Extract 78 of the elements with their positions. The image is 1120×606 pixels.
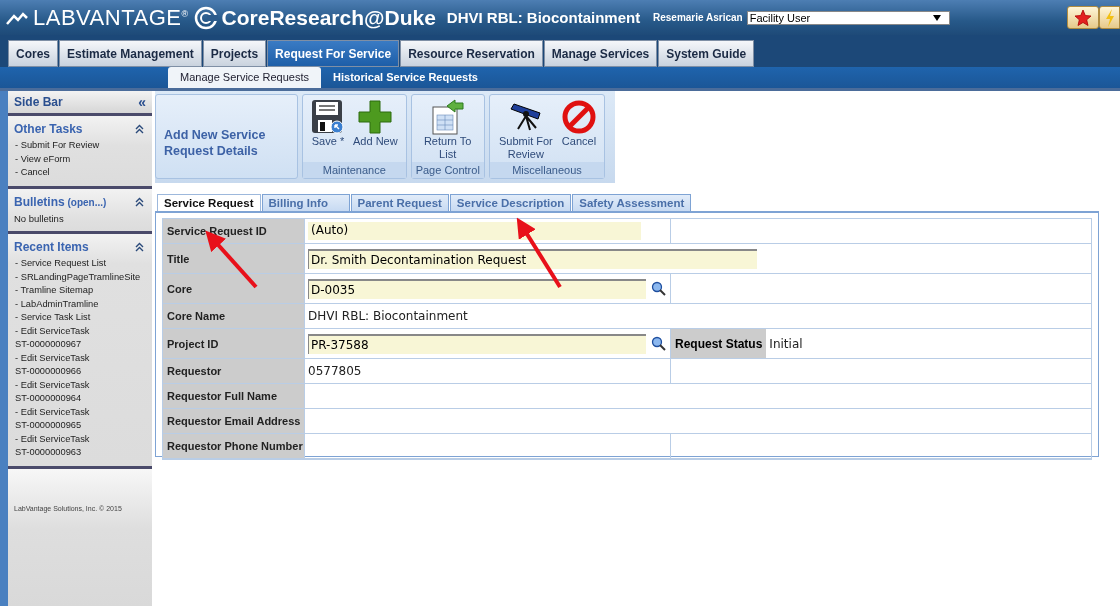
- form-tab[interactable]: Billing Info: [261, 194, 350, 211]
- field-label: Core: [163, 274, 305, 303]
- input-field[interactable]: Dr. Smith Decontamination Request: [308, 248, 757, 269]
- nav-tab[interactable]: Request For Service: [267, 40, 400, 67]
- group-label: Maintenance: [303, 162, 406, 178]
- sidebar-link[interactable]: - Service Request List: [14, 257, 149, 271]
- sub-tab[interactable]: Historical Service Requests: [321, 67, 490, 88]
- toolbar-button[interactable]: Add New: [350, 99, 401, 162]
- field-value: DHVI RBL: Biocontainment: [308, 309, 468, 323]
- quick-action-button[interactable]: [1099, 6, 1120, 29]
- toolbar-button[interactable]: Submit For Review: [494, 99, 557, 162]
- field-label: Title: [163, 244, 305, 273]
- section-title[interactable]: Recent Items: [14, 240, 89, 254]
- lightning-icon: [1104, 8, 1115, 27]
- plus-icon: [358, 99, 393, 135]
- star-icon: [1074, 8, 1092, 27]
- logo-text: LABVANTAGE$^{®}$: [33, 4, 189, 31]
- field-label: Service Request ID: [163, 219, 305, 243]
- sidebar-link[interactable]: - Edit ServiceTask ST-0000000965: [14, 405, 149, 433]
- sidebar-link[interactable]: - Tramline Sitemap: [14, 284, 149, 298]
- input-field[interactable]: D-0035: [308, 278, 646, 299]
- app-name: CoreResearch@Duke: [221, 5, 436, 30]
- section-title[interactable]: Bulletins (open...): [14, 194, 107, 209]
- group-label: Miscellaneous: [489, 162, 605, 178]
- form-tab[interactable]: Service Request: [157, 194, 261, 212]
- sub-tab[interactable]: Manage Service Requests: [168, 67, 321, 88]
- swirl-icon: [193, 5, 218, 30]
- nav-tab[interactable]: Estimate Management: [59, 40, 202, 67]
- field-label: Project ID: [163, 329, 305, 358]
- search-icon: [651, 336, 666, 351]
- core-name: DHVI RBL: Biocontainment: [446, 9, 641, 26]
- collapse-icon: [135, 242, 144, 252]
- cancel-icon: [562, 99, 596, 135]
- nav-tab[interactable]: System Guide: [658, 40, 755, 67]
- nav-tab[interactable]: Resource Reservation: [400, 40, 543, 67]
- form-tab[interactable]: Safety Assessment: [572, 194, 692, 211]
- sidebar-link[interactable]: - View eForm: [14, 152, 149, 166]
- field-label: Requestor Email Address: [163, 409, 305, 433]
- sidebar-link[interactable]: - Edit ServiceTask ST-0000000967: [14, 324, 149, 352]
- input-field[interactable]: PR-37588: [308, 333, 646, 354]
- toolbar-button[interactable]: Save *: [308, 99, 348, 162]
- sidebar-link[interactable]: - Edit ServiceTask ST-0000000964: [14, 378, 149, 406]
- field-label: Requestor: [163, 359, 305, 383]
- sidebar-link[interactable]: - Cancel: [14, 166, 149, 180]
- readonly-field: (Auto): [308, 222, 641, 240]
- toolbar-button[interactable]: Cancel: [558, 99, 600, 162]
- nav-tab[interactable]: Projects: [202, 40, 267, 67]
- sidebar-link[interactable]: - Service Task List: [14, 311, 149, 325]
- field-value: Initial: [768, 336, 803, 351]
- field-label: Core Name: [163, 304, 305, 328]
- caret-icon: [932, 14, 941, 21]
- collapse-icon: [135, 124, 144, 134]
- document-arrow-icon: [430, 99, 465, 135]
- form-tab[interactable]: Parent Request: [350, 194, 449, 211]
- collapse-icon: [135, 196, 144, 207]
- favorites-button[interactable]: [1067, 6, 1099, 29]
- field-label: Request Status: [671, 329, 767, 358]
- form-tab[interactable]: Service Description: [449, 194, 572, 211]
- section-title[interactable]: Other Tasks: [14, 122, 83, 136]
- nav-tab[interactable]: Manage Services: [543, 40, 658, 67]
- toolbar-heading: Add New Service Request Details: [164, 127, 267, 159]
- role-dropdown[interactable]: Facility User: [746, 10, 950, 25]
- field-label: Requestor Phone Number: [163, 434, 305, 458]
- field-label: Requestor Full Name: [163, 384, 305, 408]
- user-name: Resemarie Asrican: [653, 12, 743, 23]
- field-value: 0577805: [308, 364, 362, 378]
- sidebar-link[interactable]: - Submit For Review: [14, 139, 149, 153]
- collapse-button[interactable]: «: [138, 94, 146, 110]
- sidebar-link[interactable]: - Edit ServiceTask ST-0000000966: [14, 351, 149, 379]
- sidebar-link[interactable]: - Edit ServiceTask ST-0000000963: [14, 432, 149, 460]
- search-icon: [651, 281, 666, 296]
- sidebar-title: Side Bar: [14, 95, 63, 109]
- sidebar-link[interactable]: - SRLandingPageTramlineSite: [14, 270, 149, 284]
- sidebar-text: No bulletins: [14, 211, 65, 225]
- toolbar-button[interactable]: Return To List: [416, 99, 479, 162]
- group-label: Page Control: [411, 162, 484, 178]
- nav-tab[interactable]: Cores: [8, 40, 58, 67]
- sidebar-link[interactable]: - LabAdminTramline: [14, 297, 149, 311]
